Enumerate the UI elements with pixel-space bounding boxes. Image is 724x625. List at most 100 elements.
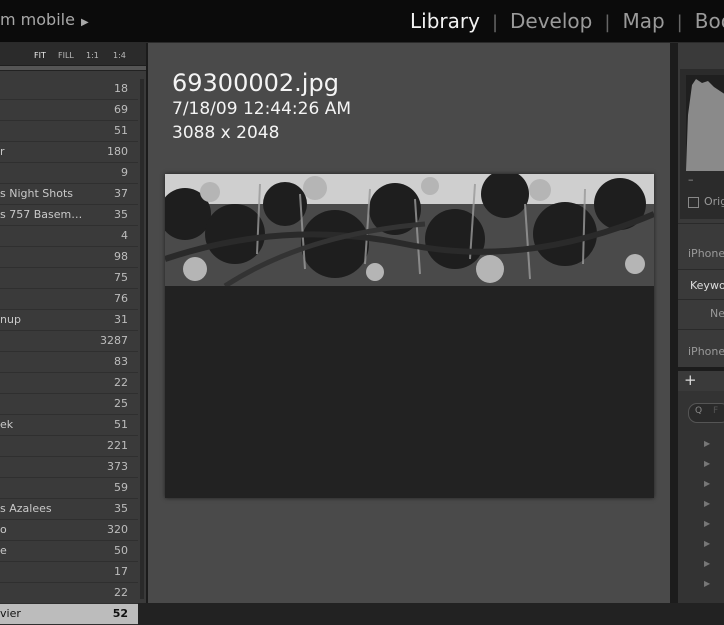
expand-triangle-icon[interactable]: ▶ [704,499,710,508]
rule [678,299,724,300]
folder-row[interactable]: 221 [0,436,138,457]
zoom-1-1[interactable]: 1:1 [86,51,99,60]
folder-row[interactable]: r 180 [0,142,138,163]
play-arrow-icon[interactable]: ▶ [81,17,89,28]
folder-row[interactable]: 83 [0,352,138,373]
module-book[interactable]: Boo [695,9,724,33]
folder-row[interactable]: 25 [0,394,138,415]
folder-row[interactable]: ek 51 [0,415,138,436]
folder-row[interactable]: s Azalees 35 [0,499,138,520]
info-overlay: 69300002.jpg 7/18/09 12:44:26 AM 3088 x … [172,69,351,145]
keyword-search-input[interactable]: Q F [688,403,724,423]
folder-count: 3287 [100,334,128,347]
foliage-image [165,174,654,286]
folder-row[interactable]: o 320 [0,520,138,541]
expand-triangle-icon[interactable]: ▶ [704,459,710,468]
folder-count: 52 [112,607,128,620]
folder-row[interactable]: nup 31 [0,310,138,331]
search-hint: F [713,406,719,416]
folder-name: s Night Shots [0,187,74,200]
folder-list: 18 69 51 r 180 9 s Night Shots 37 s 757 Basem… 35… [0,79,138,625]
folder-count: 35 [114,208,128,221]
folder-row[interactable]: 69 [0,100,138,121]
rule [678,269,724,270]
folder-count: 76 [114,292,128,305]
keywording-header[interactable]: Keywo [690,279,724,292]
histogram-dash: – [688,173,694,186]
folder-row[interactable]: 17 [0,562,138,583]
search-icon: Q [695,406,703,416]
original-photo-label: Origi [704,195,724,208]
original-photo-checkbox[interactable] [688,197,699,208]
folder-row[interactable]: 98 [0,247,138,268]
expand-triangle-icon[interactable]: ▶ [704,539,710,548]
folder-row[interactable]: vier 52 [0,604,138,625]
folder-count: 83 [114,355,128,368]
folder-row[interactable]: 51 [0,121,138,142]
rule [678,329,724,330]
brand-label: m mobile [0,10,75,29]
folder-row[interactable]: 59 [0,478,138,499]
folder-row[interactable]: e 50 [0,541,138,562]
folder-row[interactable]: s Night Shots 37 [0,184,138,205]
folder-count: 31 [114,313,128,326]
add-plus-icon[interactable]: + [684,371,697,389]
expand-triangle-icon[interactable]: ▶ [704,579,710,588]
folder-name: vier [0,607,21,620]
folder-count: 37 [114,187,128,200]
iphone-label-1[interactable]: iPhone [688,247,724,260]
module-separator: | [604,12,611,33]
folder-count: 18 [114,82,128,95]
folder-row[interactable]: 22 [0,373,138,394]
module-library[interactable]: Library [410,9,480,33]
zoom-fill[interactable]: FILL [58,51,74,60]
folder-count: 9 [121,166,128,179]
folder-row[interactable]: 75 [0,268,138,289]
folder-row[interactable]: 3287 [0,331,138,352]
folder-name: ek [0,418,14,431]
photo-image[interactable] [165,174,654,286]
folder-row[interactable]: 18 [0,79,138,100]
module-map[interactable]: Map [622,9,664,33]
folder-count: 69 [114,103,128,116]
navigator-preview[interactable] [0,66,146,71]
photo-dimensions: 3088 x 2048 [172,123,280,143]
folder-row[interactable]: 22 [0,583,138,604]
folder-row[interactable]: 373 [0,457,138,478]
module-develop[interactable]: Develop [510,9,592,33]
folder-count: 51 [114,418,128,431]
keyword-list-panel: Q F ▶ ▶ ▶ ▶ ▶ ▶ ▶ ▶ [678,391,724,603]
module-separator: | [491,12,499,33]
folder-name: e [0,544,7,557]
zoom-1-4[interactable]: 1:4 [113,51,126,60]
identity-plate[interactable]: m mobile ▶ [0,10,89,29]
photo-datetime: 7/18/09 12:44:26 AM [172,99,351,119]
folder-count: 25 [114,397,128,410]
folder-row[interactable]: 9 [0,163,138,184]
folder-count: 22 [114,376,128,389]
folder-count: 75 [114,271,128,284]
expand-triangle-icon[interactable]: ▶ [704,439,710,448]
zoom-fit[interactable]: FIT [34,51,46,60]
histogram [686,75,724,171]
module-separator: | [676,12,683,33]
folder-count: 17 [114,565,128,578]
histogram-panel: – Origi [680,69,724,219]
folder-row[interactable]: 76 [0,289,138,310]
folder-count: 35 [114,502,128,515]
folder-count: 51 [114,124,128,137]
folder-name: o [0,523,7,536]
left-scrollbar[interactable] [140,79,144,599]
folder-count: 50 [114,544,128,557]
folder-count: 320 [107,523,128,536]
expand-triangle-icon[interactable]: ▶ [704,479,710,488]
photo-frame[interactable] [165,174,654,498]
panel-divider[interactable] [670,43,678,603]
expand-triangle-icon[interactable]: ▶ [704,559,710,568]
expand-triangle-icon[interactable]: ▶ [704,519,710,528]
folder-row[interactable]: s 757 Basem… 35 [0,205,138,226]
folder-name: s 757 Basem… [0,208,83,221]
iphone-label-2[interactable]: iPhone [688,345,724,358]
new-keyword-label[interactable]: Ne [710,307,724,320]
folder-row[interactable]: 4 [0,226,138,247]
